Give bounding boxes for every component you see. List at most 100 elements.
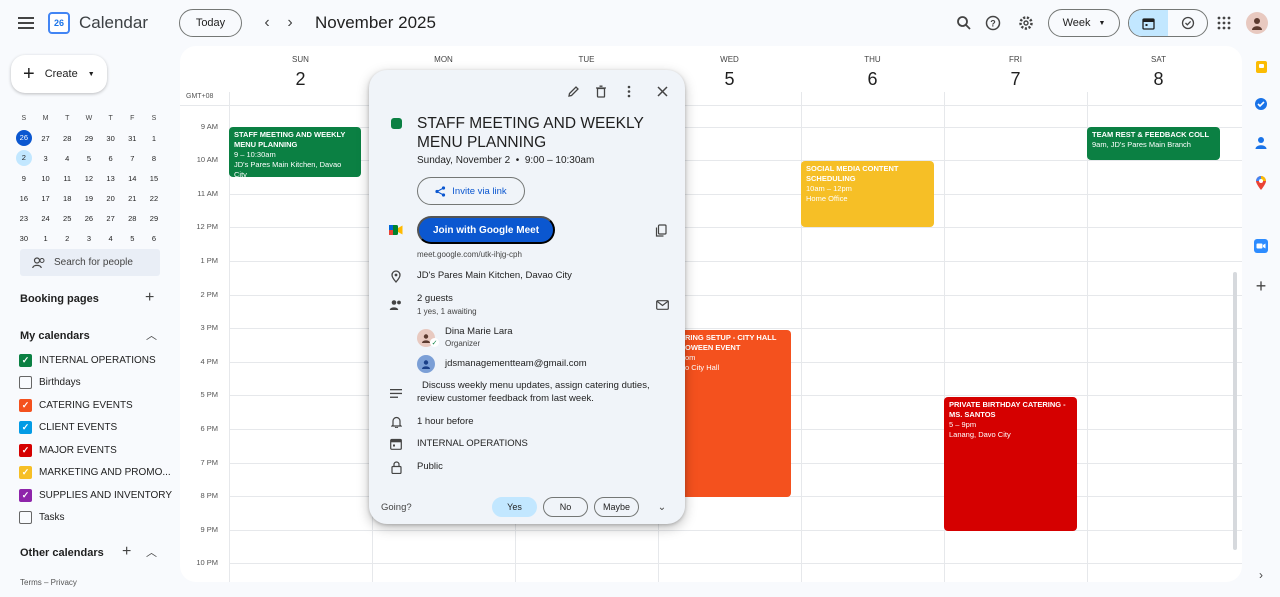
mini-calendar-day[interactable]: 6 bbox=[143, 234, 165, 243]
calendar-checkbox[interactable]: ✓ bbox=[19, 466, 32, 479]
add-other-calendar-plus-icon[interactable]: + bbox=[122, 543, 131, 561]
zoom-icon[interactable] bbox=[1252, 237, 1270, 255]
calendar-checkbox[interactable]: ✓ bbox=[19, 353, 32, 367]
today-button[interactable]: Today bbox=[179, 9, 242, 37]
get-addons-plus-icon[interactable]: + bbox=[1252, 276, 1270, 296]
event-birthday-catering[interactable]: PRIVATE BIRTHDAY CATERING - MS. SANTOS 5… bbox=[944, 397, 1077, 531]
add-booking-page-plus-icon[interactable]: + bbox=[145, 289, 154, 307]
event-social-media[interactable]: SOCIAL MEDIA CONTENT SCHEDULING 10am – 1… bbox=[801, 161, 934, 227]
contacts-icon[interactable] bbox=[1252, 134, 1270, 152]
vertical-scrollbar[interactable] bbox=[1233, 272, 1237, 550]
mini-calendar-day[interactable]: 31 bbox=[121, 134, 143, 143]
mini-calendar-day[interactable]: 30 bbox=[13, 234, 35, 243]
mini-calendar-day[interactable]: 24 bbox=[35, 214, 57, 223]
mini-calendar-day[interactable]: 2 bbox=[15, 150, 32, 166]
mini-calendar-day[interactable]: 16 bbox=[13, 194, 35, 203]
chevron-left-icon[interactable]: ‹ bbox=[257, 13, 277, 33]
mini-calendar-day[interactable]: 5 bbox=[78, 154, 100, 163]
chevron-right-icon[interactable]: › bbox=[280, 13, 300, 33]
day-header[interactable]: SAT 8 bbox=[1087, 46, 1230, 106]
calendar-item[interactable]: ✓ INTERNAL OPERATIONS bbox=[19, 351, 156, 369]
mini-calendar-day[interactable]: 19 bbox=[78, 194, 100, 203]
event-team-rest[interactable]: TEAM REST & FEEDBACK COLL 9am, JD's Pare… bbox=[1087, 127, 1220, 160]
calendar-checkbox[interactable] bbox=[19, 511, 32, 524]
search-people-input[interactable]: Search for people bbox=[20, 249, 160, 276]
mini-calendar-day[interactable]: 11 bbox=[56, 174, 78, 183]
tasks-view-icon[interactable] bbox=[1168, 10, 1207, 36]
mini-calendar-day[interactable]: 28 bbox=[121, 214, 143, 223]
chevron-right-icon[interactable]: › bbox=[1252, 566, 1270, 584]
calendar-item[interactable]: ✓ MARKETING AND PROMO... bbox=[19, 464, 171, 482]
account-avatar[interactable] bbox=[1246, 12, 1268, 34]
main-menu-icon[interactable] bbox=[16, 13, 36, 33]
invite-via-link-button[interactable]: Invite via link bbox=[417, 177, 525, 205]
terms-privacy-links[interactable]: Terms – Privacy bbox=[20, 578, 77, 587]
close-icon[interactable] bbox=[653, 82, 671, 100]
calendar-item[interactable]: ✓ SUPPLIES AND INVENTORY bbox=[19, 486, 172, 504]
calendar-checkbox[interactable]: ✓ bbox=[19, 398, 32, 412]
mini-calendar-day[interactable]: 8 bbox=[143, 154, 165, 163]
keep-notes-icon[interactable] bbox=[1252, 58, 1270, 76]
mini-calendar-day[interactable]: 30 bbox=[100, 134, 122, 143]
mini-calendar-day[interactable]: 29 bbox=[78, 134, 100, 143]
mini-calendar-day[interactable]: 26 bbox=[78, 214, 100, 223]
rsvp-maybe-button[interactable]: Maybe bbox=[594, 497, 639, 517]
mini-calendar-day[interactable]: 1 bbox=[35, 234, 57, 243]
join-google-meet-button[interactable]: Join with Google Meet bbox=[417, 216, 555, 244]
mini-calendar-day[interactable]: 2 bbox=[56, 234, 78, 243]
mini-calendar-day[interactable]: 9 bbox=[13, 174, 35, 183]
other-calendars-heading[interactable]: Other calendars bbox=[20, 547, 104, 559]
chevron-down-icon[interactable]: ⌄ bbox=[653, 498, 671, 516]
mini-calendar-day[interactable]: 27 bbox=[35, 134, 57, 143]
create-button[interactable]: + Create ▼ bbox=[11, 55, 107, 93]
calendar-checkbox[interactable]: ✓ bbox=[19, 443, 32, 457]
mini-calendar-day[interactable]: 10 bbox=[35, 174, 57, 183]
mini-calendar-day[interactable]: 20 bbox=[100, 194, 122, 203]
apps-grid-icon[interactable] bbox=[1214, 13, 1234, 33]
mini-calendar-day[interactable]: 26 bbox=[15, 130, 32, 146]
calendar-checkbox[interactable]: ✓ bbox=[19, 488, 32, 502]
mini-calendar-day[interactable]: 7 bbox=[121, 154, 143, 163]
mini-calendar-day[interactable]: 29 bbox=[143, 214, 165, 223]
my-calendars-heading[interactable]: My calendars bbox=[20, 330, 90, 342]
rsvp-no-button[interactable]: No bbox=[543, 497, 588, 517]
chevron-up-icon[interactable]: ︿ bbox=[146, 327, 157, 343]
calendar-item[interactable]: Tasks bbox=[19, 509, 65, 527]
calendar-item[interactable]: ✓ CATERING EVENTS bbox=[19, 396, 133, 414]
mini-calendar-day[interactable]: 14 bbox=[121, 174, 143, 183]
mini-calendar-day[interactable]: 3 bbox=[78, 234, 100, 243]
day-header[interactable]: SUN 2 bbox=[229, 46, 372, 106]
calendar-item[interactable]: Birthdays bbox=[19, 374, 81, 392]
mini-calendar-day[interactable]: 21 bbox=[121, 194, 143, 203]
mini-calendar-day[interactable]: 25 bbox=[56, 214, 78, 223]
mini-calendar-day[interactable]: 18 bbox=[56, 194, 78, 203]
mini-calendar-day[interactable]: 28 bbox=[56, 134, 78, 143]
mini-calendar-day[interactable]: 6 bbox=[100, 154, 122, 163]
calendar-checkbox[interactable] bbox=[19, 376, 32, 389]
delete-trash-icon[interactable] bbox=[592, 82, 610, 100]
meet-link[interactable]: meet.google.com/utk-ihjg-cph bbox=[417, 250, 522, 259]
mini-calendar-day[interactable]: 1 bbox=[143, 134, 165, 143]
mini-calendar-day[interactable]: 17 bbox=[35, 194, 57, 203]
calendar-item[interactable]: ✓ CLIENT EVENTS bbox=[19, 419, 117, 437]
help-icon[interactable]: ? bbox=[983, 13, 1003, 33]
mini-calendar-day[interactable]: 22 bbox=[143, 194, 165, 203]
copy-icon[interactable] bbox=[652, 221, 670, 239]
day-header[interactable]: FRI 7 bbox=[944, 46, 1087, 106]
day-header[interactable]: THU 6 bbox=[801, 46, 944, 106]
mini-calendar-day[interactable]: 12 bbox=[78, 174, 100, 183]
mini-calendar-day[interactable]: 23 bbox=[13, 214, 35, 223]
view-selector[interactable]: Week ▼ bbox=[1048, 9, 1120, 37]
more-options-icon[interactable] bbox=[620, 82, 638, 100]
event-staff-meeting[interactable]: STAFF MEETING AND WEEKLY MENU PLANNING 9… bbox=[229, 127, 361, 177]
chevron-up-icon[interactable]: ︿ bbox=[146, 544, 157, 560]
mini-calendar-day[interactable]: 13 bbox=[100, 174, 122, 183]
rsvp-yes-button[interactable]: Yes bbox=[492, 497, 537, 517]
tasks-icon[interactable] bbox=[1252, 95, 1270, 113]
mini-calendar-day[interactable]: 5 bbox=[121, 234, 143, 243]
mini-calendar-day[interactable]: 3 bbox=[35, 154, 57, 163]
mini-calendar-day[interactable]: 4 bbox=[56, 154, 78, 163]
mini-calendar-day[interactable]: 4 bbox=[100, 234, 122, 243]
email-guests-icon[interactable] bbox=[653, 296, 671, 314]
calendar-item[interactable]: ✓ MAJOR EVENTS bbox=[19, 441, 117, 459]
